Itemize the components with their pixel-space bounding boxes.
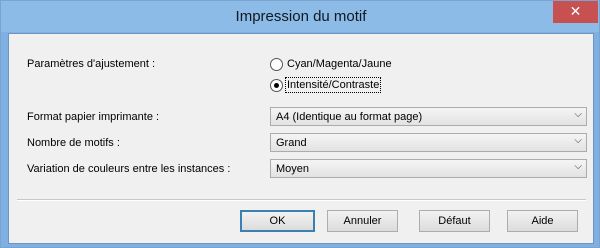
paper-format-label: Format papier imprimante : bbox=[27, 111, 160, 123]
paper-format-value: A4 (Identique au format page) bbox=[276, 111, 423, 123]
color-variation-label: Variation de couleurs entre les instance… bbox=[27, 163, 231, 175]
pattern-count-value: Grand bbox=[276, 137, 307, 149]
default-button[interactable]: Défaut bbox=[419, 210, 490, 232]
separator bbox=[17, 199, 586, 201]
radio-cmy-label[interactable]: Cyan/Magenta/Jaune bbox=[287, 58, 392, 70]
dialog-window: Impression du motif ✕ Paramètres d'ajust… bbox=[0, 0, 600, 248]
radio-intensity-contrast-circle[interactable] bbox=[270, 79, 283, 92]
adjustment-label: Paramètres d'ajustement : bbox=[27, 58, 156, 70]
radio-cmy-circle[interactable] bbox=[270, 58, 283, 71]
color-variation-value: Moyen bbox=[276, 163, 310, 175]
close-icon: ✕ bbox=[569, 3, 582, 19]
cancel-button[interactable]: Annuler bbox=[327, 210, 398, 232]
dialog-body: Paramètres d'ajustement : Cyan/Magenta/J… bbox=[8, 33, 594, 244]
help-button[interactable]: Aide bbox=[507, 210, 578, 232]
chevron-down-icon: ⌵ bbox=[574, 161, 582, 172]
paper-format-select[interactable]: A4 (Identique au format page) ⌵ bbox=[270, 107, 587, 126]
color-variation-select[interactable]: Moyen ⌵ bbox=[270, 159, 587, 178]
chevron-down-icon: ⌵ bbox=[574, 135, 582, 146]
ok-button[interactable]: OK bbox=[240, 210, 315, 232]
pattern-count-label: Nombre de motifs : bbox=[27, 137, 120, 149]
chevron-down-icon: ⌵ bbox=[574, 109, 582, 120]
close-button[interactable]: ✕ bbox=[553, 1, 598, 23]
dialog-title: Impression du motif bbox=[235, 8, 367, 25]
title-bar[interactable]: Impression du motif ✕ bbox=[1, 1, 599, 32]
pattern-count-select[interactable]: Grand ⌵ bbox=[270, 133, 587, 152]
radio-intensity-contrast-label[interactable]: Intensité/Contraste bbox=[284, 77, 382, 93]
